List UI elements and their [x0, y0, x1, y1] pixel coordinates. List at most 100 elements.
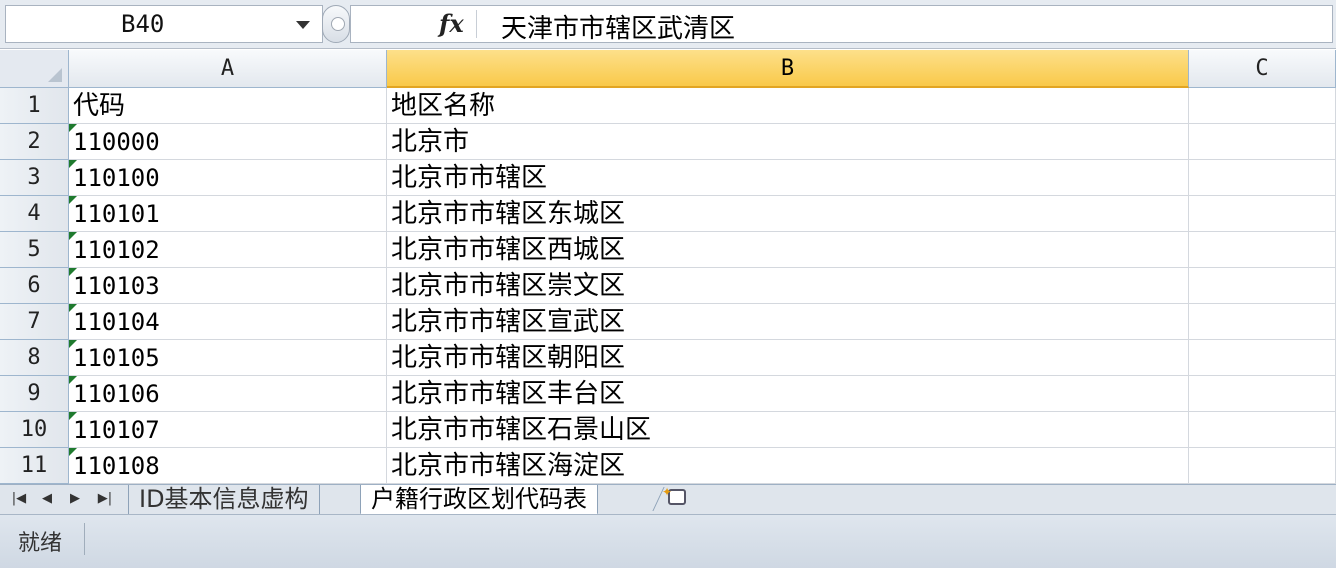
cell-a-value: 110105 [73, 344, 160, 372]
status-text: 就绪 [18, 531, 63, 556]
cell-b[interactable]: 北京市市辖区海淀区 [387, 448, 1189, 484]
chevron-down-icon[interactable] [296, 21, 310, 29]
table-row: 7 110104 北京市市辖区宣武区 [0, 304, 1336, 340]
cell-c[interactable] [1189, 412, 1336, 448]
table-row: 8 110105 北京市市辖区朝阳区 [0, 340, 1336, 376]
table-row: 10 110107 北京市市辖区石景山区 [0, 412, 1336, 448]
worksheet-grid: A B C 1 代码 地区名称 2 110000 北京市 3 110100 北京市市辖区 4 110… [0, 50, 1336, 484]
cell-b[interactable]: 北京市市辖区朝阳区 [387, 340, 1189, 376]
error-indicator-icon [69, 196, 77, 204]
cell-a[interactable]: 110102 [69, 232, 387, 268]
column-header-b[interactable]: B [387, 50, 1189, 88]
formula-divider [476, 10, 477, 38]
select-all-triangle-icon [48, 68, 62, 82]
column-header-row: A B C [0, 50, 1336, 88]
cell-a-value: 110000 [73, 128, 160, 156]
insert-function-icon[interactable]: fx [439, 9, 464, 38]
cell-b[interactable]: 北京市市辖区 [387, 160, 1189, 196]
new-star-icon: ✦ [662, 485, 673, 499]
cell-a-value: 110100 [73, 164, 160, 192]
cell-b[interactable]: 北京市市辖区东城区 [387, 196, 1189, 232]
cell-b[interactable]: 北京市市辖区石景山区 [387, 412, 1189, 448]
cell-c[interactable] [1189, 448, 1336, 484]
table-row: 9 110106 北京市市辖区丰台区 [0, 376, 1336, 412]
next-sheet-icon[interactable]: ▶ [64, 489, 86, 509]
error-indicator-icon [69, 340, 77, 348]
cell-c[interactable] [1189, 376, 1336, 412]
cell-b[interactable]: 北京市 [387, 124, 1189, 160]
cell-c[interactable] [1189, 340, 1336, 376]
name-box-value: B40 [121, 10, 165, 38]
row-header[interactable]: 5 [0, 232, 69, 268]
prev-sheet-icon[interactable]: ◀ [36, 489, 58, 509]
cell-c[interactable] [1189, 160, 1336, 196]
row-header[interactable]: 6 [0, 268, 69, 304]
cell-b[interactable]: 北京市市辖区宣武区 [387, 304, 1189, 340]
cell-c[interactable] [1189, 124, 1336, 160]
error-indicator-icon [69, 448, 77, 456]
cell-b[interactable]: 北京市市辖区西城区 [387, 232, 1189, 268]
cell-c[interactable] [1189, 232, 1336, 268]
error-indicator-icon [69, 376, 77, 384]
row-header[interactable]: 10 [0, 412, 69, 448]
cell-a[interactable]: 110100 [69, 160, 387, 196]
status-bar: 就绪 [0, 514, 1336, 568]
cell-a[interactable]: 110108 [69, 448, 387, 484]
row-header[interactable]: 8 [0, 340, 69, 376]
cell-a[interactable]: 110101 [69, 196, 387, 232]
formula-input-area[interactable]: fx 天津市市辖区武清区 [350, 5, 1333, 45]
table-row: 2 110000 北京市 [0, 124, 1336, 160]
cell-a-value: 110108 [73, 452, 160, 480]
sheet-tab-bar: |◀ ◀ ▶ ▶| ID基本信息虚构 户籍行政区划代码表 ✦ [0, 484, 1336, 515]
error-indicator-icon [69, 268, 77, 276]
row-header[interactable]: 11 [0, 448, 69, 484]
sheet-tab-id-info[interactable]: ID基本信息虚构 [128, 485, 320, 515]
row-header[interactable]: 4 [0, 196, 69, 232]
formula-bar: B40 fx 天津市市辖区武清区 [0, 0, 1336, 49]
table-row: 11 110108 北京市市辖区海淀区 [0, 448, 1336, 484]
splitter-dot-icon [331, 17, 345, 31]
table-row: 1 代码 地区名称 [0, 88, 1336, 124]
cell-a-value: 110101 [73, 200, 160, 228]
row-header[interactable]: 2 [0, 124, 69, 160]
error-indicator-icon [69, 412, 77, 420]
table-row: 4 110101 北京市市辖区东城区 [0, 196, 1336, 232]
formula-value[interactable]: 天津市市辖区武清区 [501, 8, 735, 45]
cell-a[interactable]: 代码 [69, 88, 387, 124]
error-indicator-icon [69, 124, 77, 132]
name-box[interactable]: B40 [5, 5, 323, 43]
cell-a[interactable]: 110105 [69, 340, 387, 376]
cell-b[interactable]: 北京市市辖区崇文区 [387, 268, 1189, 304]
cell-c[interactable] [1189, 304, 1336, 340]
status-divider [84, 523, 85, 555]
last-sheet-icon[interactable]: ▶| [94, 489, 116, 509]
cell-a-value: 110107 [73, 416, 160, 444]
row-header[interactable]: 1 [0, 88, 69, 124]
cell-a[interactable]: 110103 [69, 268, 387, 304]
cell-c[interactable] [1189, 268, 1336, 304]
cell-b[interactable]: 北京市市辖区丰台区 [387, 376, 1189, 412]
cell-c[interactable] [1189, 88, 1336, 124]
cell-a-value: 110103 [73, 272, 160, 300]
error-indicator-icon [69, 160, 77, 168]
cell-c[interactable] [1189, 196, 1336, 232]
column-header-c[interactable]: C [1189, 50, 1336, 88]
first-sheet-icon[interactable]: |◀ [8, 489, 30, 509]
row-header[interactable]: 3 [0, 160, 69, 196]
row-header[interactable]: 7 [0, 304, 69, 340]
cell-a-value: 代码 [73, 91, 126, 121]
sheet-tab-region-codes[interactable]: 户籍行政区划代码表 [360, 485, 598, 515]
select-all-button[interactable] [0, 50, 69, 88]
formula-bar-splitter-handle[interactable] [322, 5, 350, 43]
cell-a-value: 110104 [73, 308, 160, 336]
table-row: 5 110102 北京市市辖区西城区 [0, 232, 1336, 268]
row-header[interactable]: 9 [0, 376, 69, 412]
cell-a[interactable]: 110104 [69, 304, 387, 340]
cell-a[interactable]: 110107 [69, 412, 387, 448]
cell-a[interactable]: 110000 [69, 124, 387, 160]
cell-b[interactable]: 地区名称 [387, 88, 1189, 124]
error-indicator-icon [69, 232, 77, 240]
cell-a[interactable]: 110106 [69, 376, 387, 412]
table-row: 3 110100 北京市市辖区 [0, 160, 1336, 196]
column-header-a[interactable]: A [69, 50, 387, 88]
